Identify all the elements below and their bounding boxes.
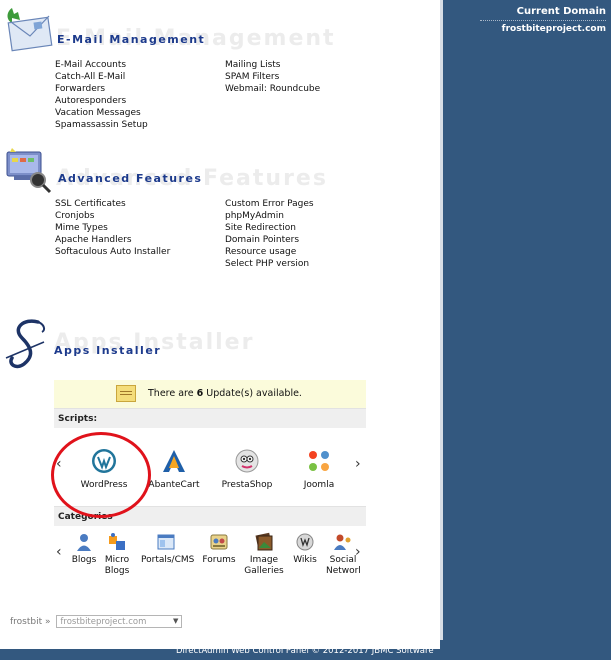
micro-blogs-icon	[107, 532, 127, 552]
note-icon	[116, 385, 136, 402]
current-domain-value[interactable]: frostbiteproject.com	[480, 21, 606, 34]
link-custom-error-pages[interactable]: Custom Error Pages	[225, 198, 314, 210]
link-resource-usage[interactable]: Resource usage	[225, 246, 314, 258]
footer: DirectAdmin Web Control Panel © 2012-201…	[0, 640, 611, 660]
section-title-email: E-Mail Management	[57, 33, 206, 46]
advanced-links-col2: Custom Error Pages phpMyAdmin Site Redir…	[225, 198, 314, 270]
email-links-col2: Mailing Lists SPAM Filters Webmail: Roun…	[225, 59, 320, 95]
scripts-next-arrow[interactable]: ›	[355, 456, 361, 472]
main-panel: E-Mail Management E-Mail Management E-Ma…	[0, 0, 440, 640]
update-notice: There are 6 Update(s) available.	[54, 380, 366, 408]
breadcrumb-separator: »	[45, 617, 51, 627]
email-management-section: E-Mail Management E-Mail Management E-Ma…	[0, 0, 440, 135]
link-email-accounts[interactable]: E-Mail Accounts	[55, 59, 148, 71]
category-micro-blogs[interactable]: Micro Blogs	[95, 532, 139, 577]
link-apache-handlers[interactable]: Apache Handlers	[55, 234, 170, 246]
email-links-col1: E-Mail Accounts Catch-All E-Mail Forward…	[55, 59, 148, 131]
script-label: AbanteCart	[148, 480, 200, 490]
image-galleries-icon	[254, 532, 274, 552]
link-ssl-certificates[interactable]: SSL Certificates	[55, 198, 170, 210]
highlight-circle-annotation	[51, 432, 151, 518]
link-softaculous[interactable]: Softaculous Auto Installer	[55, 246, 170, 258]
advanced-links-col1: SSL Certificates Cronjobs Mime Types Apa…	[55, 198, 170, 258]
softaculous-logo-icon	[5, 319, 46, 369]
advanced-features-section: Advanced Features Advanced Features SSL …	[0, 140, 440, 280]
current-domain-box: Current Domain frostbiteproject.com	[480, 6, 606, 34]
section-title-apps: Apps Installer	[54, 344, 162, 357]
domain-select[interactable]: frostbiteproject.com ▼	[56, 615, 183, 628]
social-networking-icon	[333, 532, 353, 552]
script-label: Joomla	[303, 480, 335, 490]
section-title-advanced: Advanced Features	[58, 172, 203, 185]
link-webmail-roundcube[interactable]: Webmail: Roundcube	[225, 83, 320, 95]
right-sidebar	[440, 0, 611, 660]
portals-cms-icon	[156, 532, 176, 552]
update-notice-text[interactable]: There are 6 Update(s) available.	[148, 388, 302, 399]
abantecart-icon	[161, 448, 187, 474]
link-spamassassin[interactable]: Spamassassin Setup	[55, 119, 148, 131]
link-phpmyadmin[interactable]: phpMyAdmin	[225, 210, 314, 222]
link-mime-types[interactable]: Mime Types	[55, 222, 170, 234]
link-site-redirection[interactable]: Site Redirection	[225, 222, 314, 234]
category-portals-cms[interactable]: Portals/CMS	[141, 532, 194, 566]
domain-selector-row: frostbit » frostbiteproject.com ▼	[10, 615, 183, 628]
envelope-icon	[7, 8, 53, 52]
link-autoresponders[interactable]: Autoresponders	[55, 95, 148, 107]
sidebar-divider	[440, 0, 443, 640]
categories-next-arrow[interactable]: ›	[355, 544, 361, 560]
scripts-header: Scripts:	[54, 408, 366, 428]
category-image-galleries[interactable]: Image Galleries	[242, 532, 286, 577]
link-catch-all[interactable]: Catch-All E-Mail	[55, 71, 148, 83]
link-domain-pointers[interactable]: Domain Pointers	[225, 234, 314, 246]
forums-icon	[209, 532, 229, 552]
script-joomla[interactable]: Joomla	[289, 448, 349, 490]
link-mailing-lists[interactable]: Mailing Lists	[225, 59, 320, 71]
blogs-icon	[74, 532, 94, 552]
wikis-icon	[295, 532, 315, 552]
category-forums[interactable]: Forums	[197, 532, 241, 566]
link-vacation-messages[interactable]: Vacation Messages	[55, 107, 148, 119]
script-prestashop[interactable]: PrestaShop	[217, 448, 277, 490]
chevron-down-icon: ▼	[173, 617, 179, 625]
apps-installer-section: Apps Installer Apps Installer	[0, 312, 440, 372]
link-spam-filters[interactable]: SPAM Filters	[225, 71, 320, 83]
link-select-php-version[interactable]: Select PHP version	[225, 258, 314, 270]
category-wikis[interactable]: Wikis	[283, 532, 327, 566]
footer-copyright: DirectAdmin Web Control Panel © 2012-201…	[176, 646, 434, 656]
categories-carousel: ‹ Blogs Micro Blogs Portals/CMS Forums I…	[54, 526, 366, 596]
current-domain-title: Current Domain	[480, 6, 606, 21]
script-label: PrestaShop	[221, 480, 273, 490]
prestashop-icon	[234, 448, 260, 474]
link-cronjobs[interactable]: Cronjobs	[55, 210, 170, 222]
joomla-icon	[306, 448, 332, 474]
link-forwarders[interactable]: Forwarders	[55, 83, 148, 95]
advanced-tools-icon	[6, 148, 52, 194]
categories-prev-arrow[interactable]: ‹	[56, 544, 62, 560]
script-abantecart[interactable]: AbanteCart	[144, 448, 204, 490]
breadcrumb-user[interactable]: frostbit	[10, 617, 42, 627]
